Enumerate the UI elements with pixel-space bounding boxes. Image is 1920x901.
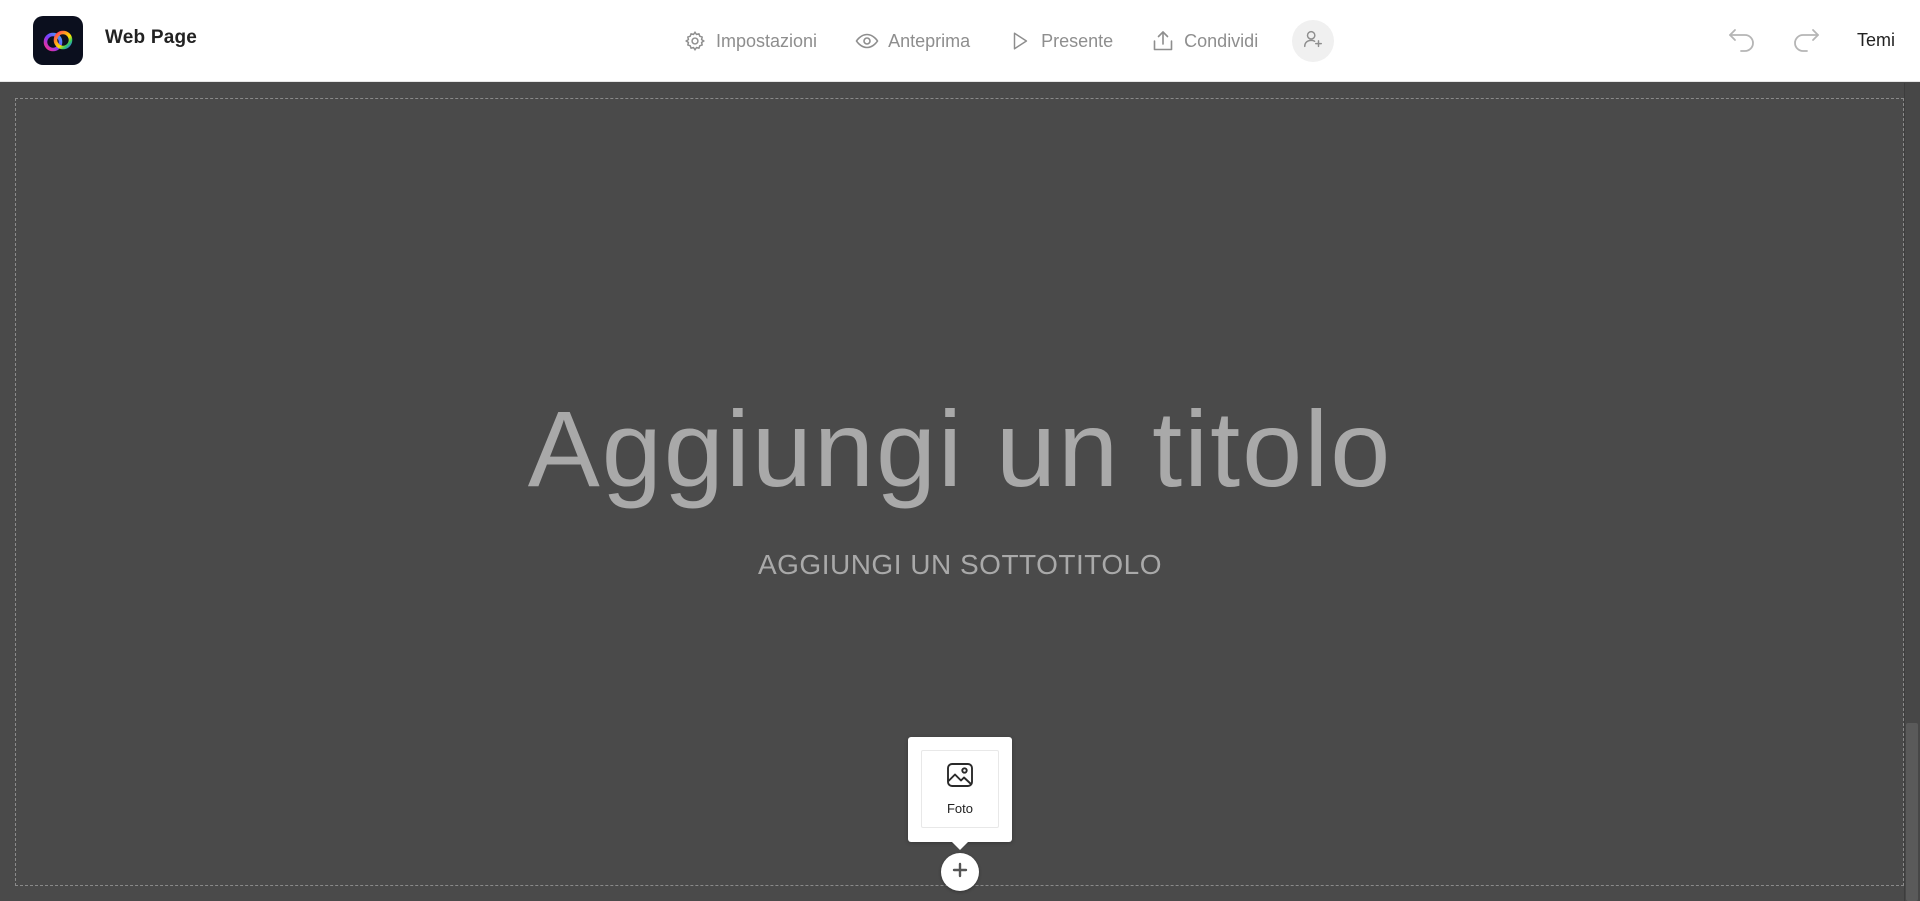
share-icon (1151, 29, 1175, 53)
themes-button[interactable]: Temi (1857, 30, 1895, 51)
document-title[interactable]: Web Page (105, 27, 197, 49)
eye-icon (855, 29, 879, 53)
vertical-scrollbar[interactable] (1904, 83, 1920, 901)
present-label: Presente (1041, 30, 1114, 51)
plus-icon (952, 862, 968, 883)
scrollbar-thumb[interactable] (1906, 723, 1918, 901)
settings-button[interactable]: Impostazioni (683, 20, 817, 62)
redo-icon (1791, 26, 1821, 57)
share-button[interactable]: Condividi (1151, 20, 1258, 62)
add-photo-label: Foto (946, 801, 973, 816)
top-nav: Impostazioni Anteprima Presente Condivid… (683, 20, 1335, 62)
top-bar: Web Page Impostazioni Anteprima Presente… (0, 0, 1920, 82)
gear-icon (683, 29, 707, 53)
undo-button[interactable] (1725, 24, 1759, 58)
preview-button[interactable]: Anteprima (855, 20, 970, 62)
play-icon (1008, 29, 1032, 53)
invite-button[interactable] (1292, 20, 1335, 62)
add-photo-button[interactable]: Foto (921, 750, 999, 828)
redo-button[interactable] (1789, 24, 1823, 58)
preview-label: Anteprima (888, 30, 971, 51)
add-block-button[interactable] (941, 853, 979, 891)
creative-cloud-logo-icon[interactable] (33, 16, 83, 65)
share-label: Condividi (1184, 30, 1259, 51)
hero-title-placeholder[interactable]: Aggiungi un titolo (0, 395, 1920, 503)
undo-icon (1727, 26, 1757, 57)
hero-subtitle-placeholder[interactable]: AGGIUNGI UN SOTTOTITOLO (0, 549, 1920, 581)
image-icon (946, 762, 974, 793)
add-block-popover: Foto (908, 737, 1012, 850)
present-button[interactable]: Presente (1008, 20, 1113, 62)
add-person-icon (1302, 28, 1324, 55)
page-canvas: Aggiungi un titolo AGGIUNGI UN SOTTOTITO… (0, 83, 1920, 901)
settings-label: Impostazioni (716, 30, 818, 51)
